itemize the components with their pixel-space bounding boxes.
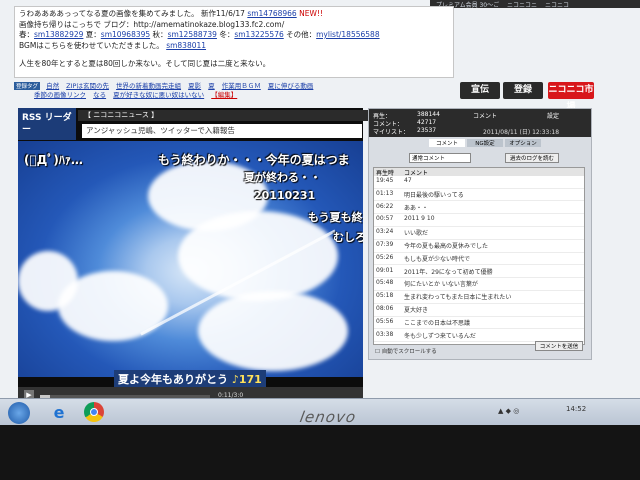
comment-row[interactable]: 05:18 生まれ変わってもまた日本に生まれたい bbox=[374, 292, 584, 304]
comment-time: 01:13 bbox=[376, 189, 394, 197]
danmaku-comment: もう終わりか・・・今年の夏はつま bbox=[158, 153, 350, 167]
top-link[interactable]: ニコニコニ bbox=[507, 2, 537, 9]
comment-row[interactable]: 03:24 いい歌だ bbox=[374, 228, 584, 240]
comment-list-header: 再生時 コメント bbox=[374, 168, 584, 177]
comment-row[interactable]: 07:39 今年の夏も最高の夏休みでした bbox=[374, 241, 584, 253]
danmaku-comment: 20110231 bbox=[254, 189, 316, 202]
bgm-link[interactable]: sm838011 bbox=[166, 41, 206, 50]
video-description: うわああああっってなる夏の画像を集めてみました。 新作11/6/17 sm147… bbox=[14, 6, 454, 78]
lenovo-logo: lenovo bbox=[298, 408, 358, 426]
tab-option[interactable]: オプション bbox=[505, 139, 541, 147]
comment-text: 冬も少しずつ来ているんだ bbox=[404, 332, 476, 340]
news-ticker[interactable]: アンジャッシュ児嶋、ツイッターで入籍報告 bbox=[82, 124, 362, 138]
monitor-bezel bbox=[0, 425, 640, 480]
comment-text: ここまでの日本は不思議 bbox=[404, 319, 471, 327]
chrome-icon[interactable] bbox=[84, 402, 104, 422]
comment-row[interactable]: 05:26 もしも夏が少ない時代で bbox=[374, 254, 584, 266]
comment-text: 生まれ変わってもまた日本に生まれたい bbox=[404, 294, 512, 302]
comment-row[interactable]: 09:01 2011年、29になって初めて優勝 bbox=[374, 267, 584, 279]
comment-row[interactable]: 19:45 47 bbox=[374, 177, 584, 189]
danmaku-comment: むしろ bbox=[333, 231, 363, 244]
comment-text: もしも夏が少ない時代で bbox=[404, 255, 471, 263]
top-link[interactable]: ニコニコ bbox=[545, 2, 569, 9]
danmaku-comment: 夏が終わる・・ bbox=[244, 171, 321, 184]
tab-comment[interactable]: コメント bbox=[429, 139, 465, 147]
screen: プレミアム会員 30～ご ニコニコニ ニコニコ うわああああっってなる夏の画像を… bbox=[0, 0, 640, 425]
comment-time: 03:24 bbox=[376, 228, 394, 236]
comment-row[interactable]: 08:06 夏大好き bbox=[374, 305, 584, 317]
tag-link[interactable]: 夏に伸びる動画 bbox=[268, 82, 314, 90]
ichiba-button[interactable]: ニコニコ市場 bbox=[548, 82, 594, 112]
tag-link[interactable]: なる bbox=[93, 91, 106, 99]
mylist-add-button[interactable]: 登録 bbox=[503, 82, 543, 99]
comment-time: 00:57 bbox=[376, 215, 394, 223]
tag-link[interactable]: 夏が好きな奴に悪い奴はいない bbox=[113, 91, 204, 99]
send-comment-button[interactable]: コメントを送信 bbox=[535, 341, 583, 351]
tray-icons[interactable]: ▲ ◆ ◎ bbox=[498, 407, 519, 415]
comment-text: 47 bbox=[404, 177, 412, 184]
blog-line: 画像持ち帰りはこっちで ブログ：http://amematinokaze.blo… bbox=[19, 19, 285, 29]
tab-ng[interactable]: NG設定 bbox=[467, 139, 503, 147]
comment-row[interactable]: 01:13 明日最後の駆いってる bbox=[374, 190, 584, 202]
comment-text: いい歌だ bbox=[404, 230, 429, 238]
comment-time: 05:26 bbox=[376, 253, 394, 261]
comment-text: 明日最後の駆いってる bbox=[404, 191, 464, 199]
comment-time: 19:45 bbox=[376, 177, 394, 184]
comment-text: 夏大好き bbox=[404, 307, 429, 314]
danmaku-comment: もう夏も終 bbox=[308, 211, 363, 224]
comment-panel: 再生： 388144 コメント： 42717 マイリスト： 23537 コメント 設定… bbox=[368, 108, 592, 360]
past-log-button[interactable]: 過去のログを読む bbox=[505, 153, 559, 163]
comment-type-select[interactable]: 通常コメント bbox=[409, 153, 471, 163]
danmaku-comment: (ﾟДﾟ)ﾊｧ… bbox=[24, 153, 83, 167]
comment-list[interactable]: 再生時 コメント 19:45 47 01:13 明日最後の駆いってる 06:22 ああ・・… bbox=[373, 167, 585, 345]
comment-row[interactable]: 00:57 2011 9 10 bbox=[374, 215, 584, 227]
comment-text: ああ・・ bbox=[404, 204, 429, 212]
tag-area: 登録タグ 自然 ZIPは玄関の先 世界の新着動画完走組 夏影 夏 作業用ＢＧＭ … bbox=[14, 80, 454, 106]
season-links: 春：sm13882929 夏：sm10968395 秋：sm12588739 冬… bbox=[19, 30, 380, 39]
comment-row[interactable]: 06:22 ああ・・ bbox=[374, 203, 584, 215]
comment-time: 05:56 bbox=[376, 317, 394, 325]
settings-header[interactable]: 設定 bbox=[547, 111, 559, 120]
comment-text: 2011 9 10 bbox=[404, 215, 435, 223]
comment-time: 05:18 bbox=[376, 292, 394, 300]
closing-line: 人生を80年とすると夏は80回しか来ない。そして同じ夏は二度と来ない。 bbox=[19, 59, 271, 68]
tag-link[interactable]: 季節の画像リンク bbox=[34, 91, 86, 99]
comment-header: コメント bbox=[473, 113, 498, 120]
top-strip: プレミアム会員 30～ご ニコニコニ ニコニコ bbox=[430, 0, 640, 9]
comment-text: 何にたいとか いない言葉が bbox=[404, 281, 478, 289]
comment-text: 今年の夏も最高の夏休みでした bbox=[404, 243, 489, 250]
windows-start-icon[interactable] bbox=[8, 402, 30, 424]
comment-time: 08:06 bbox=[376, 305, 394, 312]
comment-time: 06:22 bbox=[376, 202, 394, 210]
new-badge: NEW!! bbox=[299, 9, 323, 18]
comment-time: 09:01 bbox=[376, 266, 394, 274]
comment-row[interactable]: 05:56 ここまでの日本は不思議 bbox=[374, 318, 584, 330]
autoscroll-checkbox[interactable]: ☐ 自動でスクロールする bbox=[375, 347, 437, 355]
bottom-comment: 夏よ今年もありがとう ♪171 bbox=[114, 370, 266, 388]
tag-edit-link[interactable]: 【編集】 bbox=[211, 91, 237, 99]
video-frame[interactable]: (ﾟДﾟ)ﾊｧ… もう終わりか・・・今年の夏はつま 夏が終わる・・ 201102… bbox=[18, 141, 363, 377]
video-link[interactable]: sm14768966 bbox=[247, 9, 296, 18]
post-date: 2011/08/11 (日) 12:33:18 bbox=[483, 129, 560, 136]
comment-time: 05:48 bbox=[376, 279, 394, 287]
panel-tabs: コメント NG設定 オプション bbox=[429, 139, 543, 148]
comment-row[interactable]: 05:48 何にたいとか いない言葉が bbox=[374, 279, 584, 291]
video-stats: 再生： 388144 コメント： 42717 マイリスト： 23537 コメント 設定… bbox=[369, 109, 591, 137]
internet-explorer-icon[interactable]: e bbox=[48, 403, 70, 423]
comment-time: 07:39 bbox=[376, 241, 394, 248]
comment-text: 2011年、29になって初めて優勝 bbox=[404, 268, 493, 276]
news-header: 【 ニコニコニュース 】 bbox=[78, 110, 368, 121]
comment-time: 03:38 bbox=[376, 330, 394, 338]
advertise-button[interactable]: 宣伝 bbox=[460, 82, 500, 99]
clock: 14:52 bbox=[566, 405, 587, 413]
rss-reader-badge[interactable]: RSS リーダー bbox=[18, 108, 76, 140]
video-player[interactable]: RSS リーダー 【 ニコニコニュース 】 アンジャッシュ児嶋、ツイッターで入籍… bbox=[18, 108, 368, 405]
